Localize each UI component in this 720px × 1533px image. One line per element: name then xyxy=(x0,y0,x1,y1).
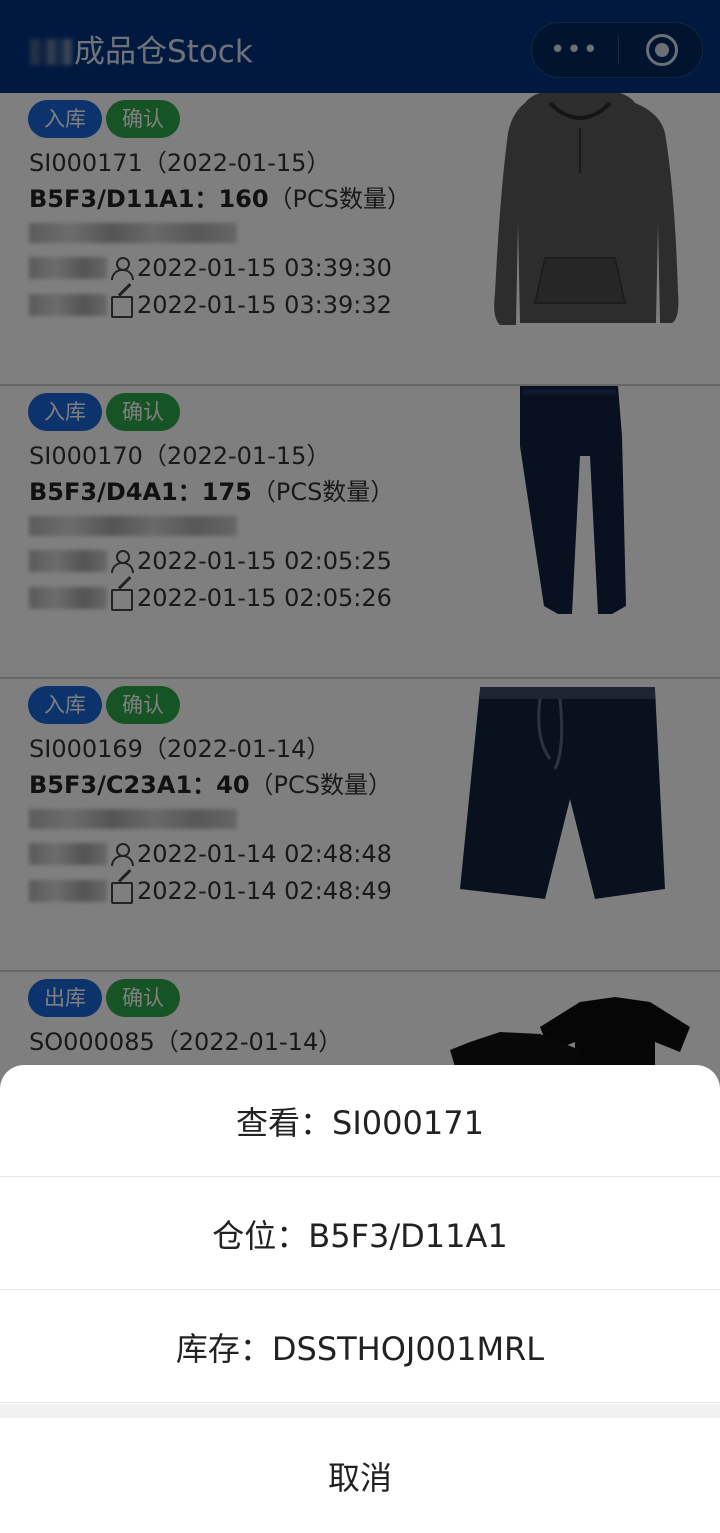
sheet-divider xyxy=(0,1404,720,1418)
action-sheet: 查看：SI000171 仓位：B5F3/D11A1 库存：DSSTHOJ001M… xyxy=(0,1065,720,1533)
cancel-button[interactable]: 取消 xyxy=(0,1418,720,1533)
view-order-option[interactable]: 查看：SI000171 xyxy=(0,1065,720,1177)
location-option[interactable]: 仓位：B5F3/D11A1 xyxy=(0,1178,720,1290)
stock-option[interactable]: 库存：DSSTHOJ001MRL xyxy=(0,1291,720,1403)
